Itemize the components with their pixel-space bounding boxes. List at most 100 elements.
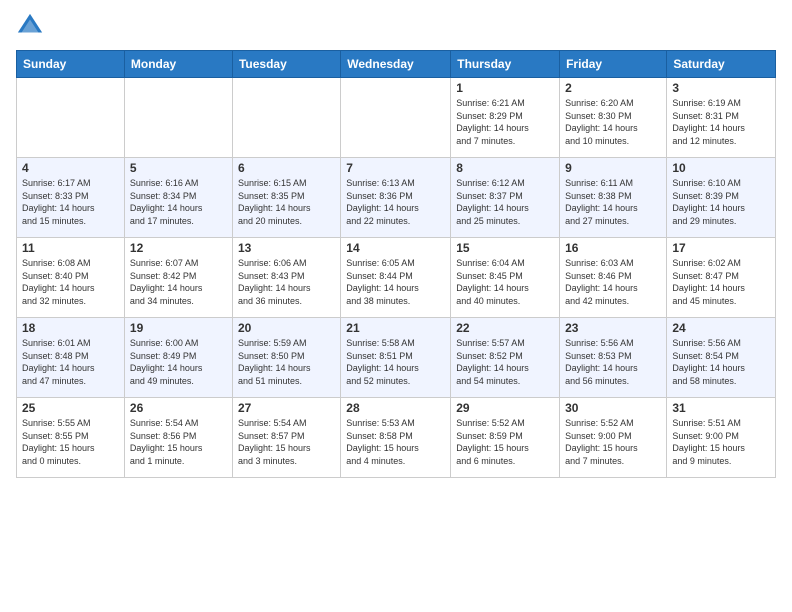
day-info: Sunrise: 6:02 AM Sunset: 8:47 PM Dayligh… [672, 257, 770, 307]
calendar-header-monday: Monday [124, 51, 232, 78]
day-number: 25 [22, 401, 119, 415]
calendar-week-row: 25 Sunrise: 5:55 AM Sunset: 8:55 PM Dayli… [17, 398, 776, 478]
day-info: Sunrise: 6:08 AM Sunset: 8:40 PM Dayligh… [22, 257, 119, 307]
day-number: 24 [672, 321, 770, 335]
calendar-header-friday: Friday [560, 51, 667, 78]
day-number: 28 [346, 401, 445, 415]
calendar-cell: 16 Sunrise: 6:03 AM Sunset: 8:46 PM Dayli… [560, 238, 667, 318]
day-number: 17 [672, 241, 770, 255]
calendar-cell: 12Sunrise: 6:07 AM Sunset: 8:42 PM Dayli… [124, 238, 232, 318]
calendar-week-row: 11 Sunrise: 6:08 AM Sunset: 8:40 PM Dayli… [17, 238, 776, 318]
calendar-cell: 8Sunrise: 6:12 AM Sunset: 8:37 PM Daylig… [451, 158, 560, 238]
calendar-cell: 31 Sunrise: 5:51 AM Sunset: 9:00 PM Dayli… [667, 398, 776, 478]
calendar-cell: 17 Sunrise: 6:02 AM Sunset: 8:47 PM Dayli… [667, 238, 776, 318]
day-number: 16 [565, 241, 661, 255]
day-info: Sunrise: 5:53 AM Sunset: 8:58 PM Dayligh… [346, 417, 445, 467]
day-number: 18 [22, 321, 119, 335]
day-info: Sunrise: 5:56 AM Sunset: 8:53 PM Dayligh… [565, 337, 661, 387]
calendar-cell: 14Sunrise: 6:05 AM Sunset: 8:44 PM Dayli… [341, 238, 451, 318]
day-number: 2 [565, 81, 661, 95]
calendar-week-row: 4 Sunrise: 6:17 AM Sunset: 8:33 PM Daylig… [17, 158, 776, 238]
calendar-cell: 29 Sunrise: 5:52 AM Sunset: 8:59 PM Dayli… [451, 398, 560, 478]
calendar-header-row: SundayMondayTuesdayWednesdayThursdayFrid… [17, 51, 776, 78]
day-number: 6 [238, 161, 335, 175]
calendar-cell: 7 Sunrise: 6:13 AM Sunset: 8:36 PM Daylig… [341, 158, 451, 238]
calendar-header-tuesday: Tuesday [232, 51, 340, 78]
day-info: Sunrise: 6:17 AM Sunset: 8:33 PM Dayligh… [22, 177, 119, 227]
calendar-cell [17, 78, 125, 158]
calendar-cell: 21Sunrise: 5:58 AM Sunset: 8:51 PM Dayli… [341, 318, 451, 398]
calendar-cell: 5 Sunrise: 6:16 AM Sunset: 8:34 PM Daylig… [124, 158, 232, 238]
calendar-cell: 3 Sunrise: 6:19 AM Sunset: 8:31 PM Daylig… [667, 78, 776, 158]
calendar-cell [341, 78, 451, 158]
day-info: Sunrise: 6:03 AM Sunset: 8:46 PM Dayligh… [565, 257, 661, 307]
day-info: Sunrise: 6:19 AM Sunset: 8:31 PM Dayligh… [672, 97, 770, 147]
calendar-cell: 28 Sunrise: 5:53 AM Sunset: 8:58 PM Dayli… [341, 398, 451, 478]
day-info: Sunrise: 5:59 AM Sunset: 8:50 PM Dayligh… [238, 337, 335, 387]
calendar-cell [232, 78, 340, 158]
calendar-cell: 19 Sunrise: 6:00 AM Sunset: 8:49 PM Dayli… [124, 318, 232, 398]
day-number: 26 [130, 401, 227, 415]
page: SundayMondayTuesdayWednesdayThursdayFrid… [0, 0, 792, 612]
day-number: 1 [456, 81, 554, 95]
day-info: Sunrise: 5:56 AM Sunset: 8:54 PM Dayligh… [672, 337, 770, 387]
day-number: 20 [238, 321, 335, 335]
day-number: 31 [672, 401, 770, 415]
day-info: Sunrise: 6:04 AM Sunset: 8:45 PM Dayligh… [456, 257, 554, 307]
day-number: 22 [456, 321, 554, 335]
day-number: 3 [672, 81, 770, 95]
calendar-cell: 24 Sunrise: 5:56 AM Sunset: 8:54 PM Dayli… [667, 318, 776, 398]
header [16, 12, 776, 40]
day-info: Sunrise: 5:54 AM Sunset: 8:56 PM Dayligh… [130, 417, 227, 467]
calendar-cell: 13Sunrise: 6:06 AM Sunset: 8:43 PM Dayli… [232, 238, 340, 318]
day-number: 9 [565, 161, 661, 175]
day-info: Sunrise: 5:51 AM Sunset: 9:00 PM Dayligh… [672, 417, 770, 467]
logo-icon [16, 12, 44, 40]
day-number: 4 [22, 161, 119, 175]
day-info: Sunrise: 6:01 AM Sunset: 8:48 PM Dayligh… [22, 337, 119, 387]
calendar-cell: 11 Sunrise: 6:08 AM Sunset: 8:40 PM Dayli… [17, 238, 125, 318]
day-number: 30 [565, 401, 661, 415]
calendar-cell: 10Sunrise: 6:10 AM Sunset: 8:39 PM Dayli… [667, 158, 776, 238]
calendar-cell: 20 Sunrise: 5:59 AM Sunset: 8:50 PM Dayli… [232, 318, 340, 398]
day-number: 11 [22, 241, 119, 255]
day-info: Sunrise: 6:13 AM Sunset: 8:36 PM Dayligh… [346, 177, 445, 227]
day-info: Sunrise: 6:16 AM Sunset: 8:34 PM Dayligh… [130, 177, 227, 227]
day-info: Sunrise: 6:12 AM Sunset: 8:37 PM Dayligh… [456, 177, 554, 227]
day-info: Sunrise: 5:52 AM Sunset: 9:00 PM Dayligh… [565, 417, 661, 467]
calendar-cell [124, 78, 232, 158]
calendar-header-sunday: Sunday [17, 51, 125, 78]
calendar-cell: 2 Sunrise: 6:20 AM Sunset: 8:30 PM Daylig… [560, 78, 667, 158]
day-info: Sunrise: 5:54 AM Sunset: 8:57 PM Dayligh… [238, 417, 335, 467]
calendar-cell: 15Sunrise: 6:04 AM Sunset: 8:45 PM Dayli… [451, 238, 560, 318]
day-number: 7 [346, 161, 445, 175]
day-number: 23 [565, 321, 661, 335]
day-info: Sunrise: 6:06 AM Sunset: 8:43 PM Dayligh… [238, 257, 335, 307]
calendar-header-saturday: Saturday [667, 51, 776, 78]
day-number: 29 [456, 401, 554, 415]
calendar-cell: 30 Sunrise: 5:52 AM Sunset: 9:00 PM Dayli… [560, 398, 667, 478]
day-info: Sunrise: 6:07 AM Sunset: 8:42 PM Dayligh… [130, 257, 227, 307]
day-info: Sunrise: 6:15 AM Sunset: 8:35 PM Dayligh… [238, 177, 335, 227]
calendar-cell: 1 Sunrise: 6:21 AM Sunset: 8:29 PM Daylig… [451, 78, 560, 158]
calendar-cell: 4 Sunrise: 6:17 AM Sunset: 8:33 PM Daylig… [17, 158, 125, 238]
day-info: Sunrise: 6:20 AM Sunset: 8:30 PM Dayligh… [565, 97, 661, 147]
calendar-cell: 25 Sunrise: 5:55 AM Sunset: 8:55 PM Dayli… [17, 398, 125, 478]
calendar-week-row: 1 Sunrise: 6:21 AM Sunset: 8:29 PM Daylig… [17, 78, 776, 158]
day-info: Sunrise: 5:55 AM Sunset: 8:55 PM Dayligh… [22, 417, 119, 467]
day-number: 19 [130, 321, 227, 335]
day-info: Sunrise: 5:52 AM Sunset: 8:59 PM Dayligh… [456, 417, 554, 467]
day-info: Sunrise: 6:21 AM Sunset: 8:29 PM Dayligh… [456, 97, 554, 147]
calendar-cell: 26 Sunrise: 5:54 AM Sunset: 8:56 PM Dayli… [124, 398, 232, 478]
day-number: 5 [130, 161, 227, 175]
logo [16, 12, 48, 40]
calendar-week-row: 18 Sunrise: 6:01 AM Sunset: 8:48 PM Dayli… [17, 318, 776, 398]
day-info: Sunrise: 6:10 AM Sunset: 8:39 PM Dayligh… [672, 177, 770, 227]
day-info: Sunrise: 5:57 AM Sunset: 8:52 PM Dayligh… [456, 337, 554, 387]
day-info: Sunrise: 5:58 AM Sunset: 8:51 PM Dayligh… [346, 337, 445, 387]
calendar-cell: 22 Sunrise: 5:57 AM Sunset: 8:52 PM Dayli… [451, 318, 560, 398]
day-number: 14 [346, 241, 445, 255]
day-info: Sunrise: 6:11 AM Sunset: 8:38 PM Dayligh… [565, 177, 661, 227]
calendar-cell: 9 Sunrise: 6:11 AM Sunset: 8:38 PM Daylig… [560, 158, 667, 238]
day-info: Sunrise: 6:00 AM Sunset: 8:49 PM Dayligh… [130, 337, 227, 387]
